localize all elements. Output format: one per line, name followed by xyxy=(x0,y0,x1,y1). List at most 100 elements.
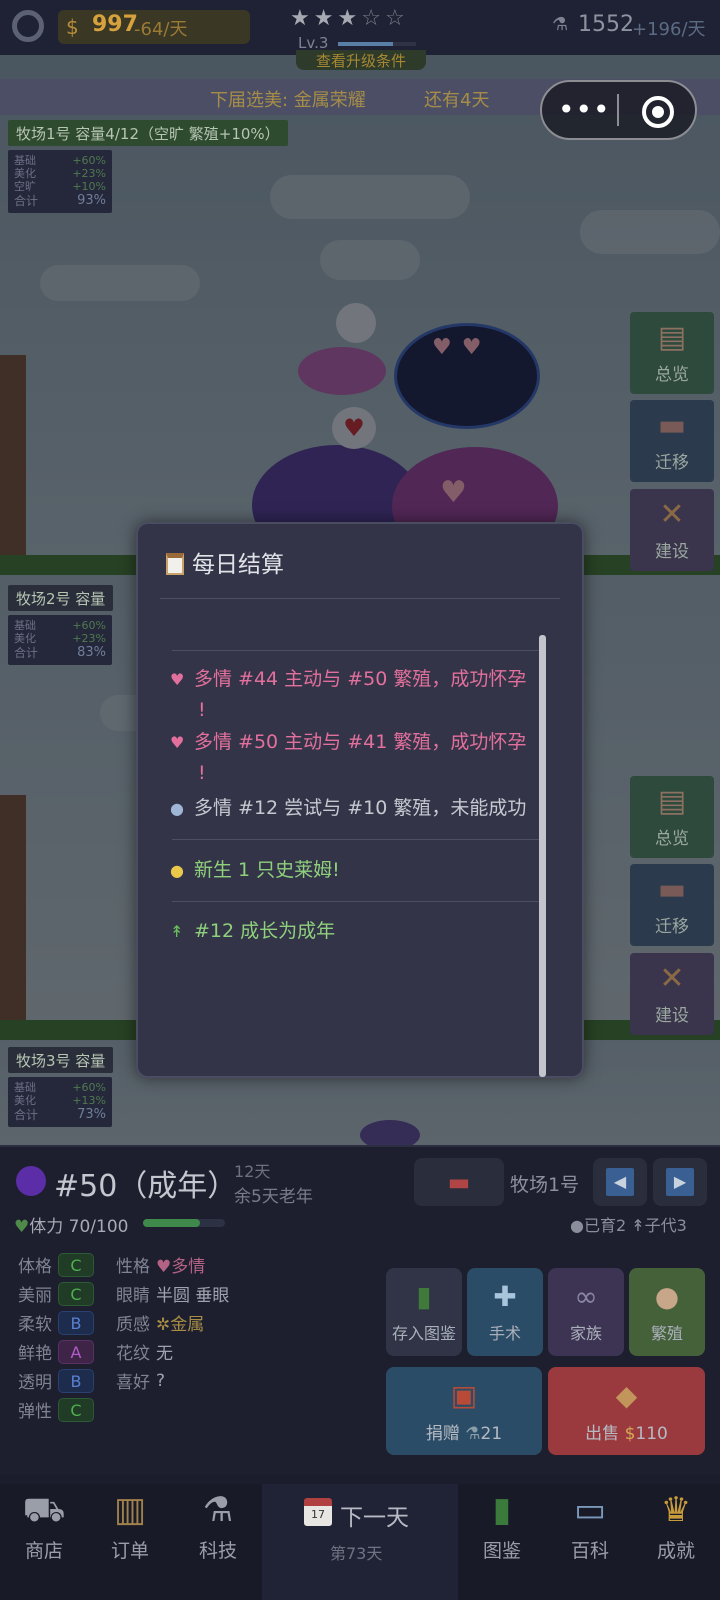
money-bag-icon: $ xyxy=(66,15,79,39)
build-button[interactable]: ✕ 建设 xyxy=(630,489,714,571)
nav-achievements[interactable]: ♛ 成就 xyxy=(636,1490,716,1563)
nav-orders[interactable]: ▥ 订单 xyxy=(90,1490,170,1563)
next-slime-button[interactable]: ▶ xyxy=(653,1158,707,1206)
ranch-3-tag[interactable]: 牧场3号 容量 xyxy=(8,1047,114,1073)
tag-icon: ◆ xyxy=(615,1379,638,1412)
attribute-row: 弹性 C xyxy=(18,1395,94,1424)
grade-badge: C xyxy=(58,1397,94,1422)
trait-list: 性格 ♥多情 眼睛 半圆 垂眼 质感 ✲金属 花纹无 喜好? xyxy=(116,1250,229,1395)
surgery-button[interactable]: ✚ 手术 xyxy=(467,1268,543,1356)
divider xyxy=(160,598,560,599)
grade-badge: B xyxy=(58,1310,94,1335)
book-icon: ▮ xyxy=(416,1280,432,1313)
build-button[interactable]: ✕ 建设 xyxy=(630,953,714,1035)
grade-badge: C xyxy=(58,1252,94,1277)
star-rating: ★★★☆☆ xyxy=(290,6,409,31)
hospital-icon: ✚ xyxy=(493,1280,517,1313)
star-empty-icon: ☆ xyxy=(361,6,385,31)
attribute-list: 体格 C 美丽 C 柔软 B 鲜艳 A 透明 B 弹性 C xyxy=(18,1250,94,1424)
upgrade-conditions-link[interactable]: 查看升级条件 xyxy=(296,50,426,70)
grade-badge: C xyxy=(58,1281,94,1306)
slime-age: 12天 xyxy=(234,1162,271,1181)
prev-slime-button[interactable]: ◀ xyxy=(593,1158,647,1206)
more-icon[interactable]: ••• xyxy=(558,93,611,126)
nav-dex[interactable]: ▮ 图鉴 xyxy=(462,1490,542,1563)
breeding-summary: ●已育2 ↟子代3 xyxy=(570,1216,687,1235)
money-rate: -64/天 xyxy=(134,19,188,40)
clipboard-icon xyxy=(166,553,184,575)
truck-icon: ▬ xyxy=(657,872,687,907)
arrow-left-icon: ◀ xyxy=(606,1168,634,1196)
ranch-2-stats: 基础 +60% 美化 +23% 合计 83% xyxy=(8,615,112,665)
gear-icon[interactable] xyxy=(12,10,44,42)
nav-shop[interactable]: ⛟ 商店 xyxy=(4,1490,84,1563)
scroll-icon: ▥ xyxy=(113,1490,147,1530)
donate-button[interactable]: ▣ 捐赠 ⚗21 xyxy=(386,1367,542,1455)
trait-row: 眼睛 半圆 垂眼 xyxy=(116,1286,230,1306)
egg-icon: ● xyxy=(654,1280,680,1313)
log-entry-breed: ♥ 多情 #44 主动与 #50 繁殖，成功怀孕 ! xyxy=(170,664,526,725)
day-counter: 第73天 xyxy=(330,1544,383,1563)
trait-row: 性格 ♥多情 xyxy=(116,1257,206,1277)
chain-icon: ∞ xyxy=(574,1280,598,1313)
gift-icon: ▣ xyxy=(450,1379,478,1412)
trophy-icon: ♛ xyxy=(660,1490,692,1530)
divider xyxy=(172,650,542,651)
log-entry-breed-failed: ● 多情 #12 尝试与 #10 繁殖，未能成功 xyxy=(170,793,526,824)
nav-wiki[interactable]: ▭ 百科 xyxy=(550,1490,630,1563)
ranch-2-tag[interactable]: 牧场2号 容量 xyxy=(8,585,114,611)
clipboard-icon: ▤ xyxy=(657,320,687,355)
migrate-button[interactable]: ▬ 迁移 xyxy=(630,400,714,482)
divider xyxy=(172,901,542,902)
book-icon: ▮ xyxy=(492,1490,512,1530)
microscope-icon: ⚗ xyxy=(465,1424,481,1444)
overview-button[interactable]: ▤ 总览 xyxy=(630,312,714,394)
ranch-1-tag[interactable]: 牧场1号 容量4/12（空旷 繁殖+10%） xyxy=(8,120,288,146)
tech-rate: +196/天 xyxy=(632,19,706,40)
migrate-button[interactable]: ▬ 迁移 xyxy=(630,864,714,946)
current-ranch: 牧场1号 xyxy=(510,1174,580,1196)
stamina-bar xyxy=(143,1219,225,1227)
trait-row: 喜好? xyxy=(116,1370,166,1394)
microscope-icon: ⚗ xyxy=(202,1490,234,1530)
sprout-icon: ↟ xyxy=(631,1216,645,1235)
election-countdown: 还有4天 xyxy=(424,90,490,111)
family-button[interactable]: ∞ 家族 xyxy=(548,1268,624,1356)
store-dex-button[interactable]: ▮ 存入图鉴 xyxy=(386,1268,462,1356)
chick-icon: ● xyxy=(170,861,184,880)
tools-icon: ✕ xyxy=(659,497,685,532)
dialog-scrollbar[interactable] xyxy=(539,635,546,1077)
transfer-button[interactable]: ▬ xyxy=(414,1158,504,1206)
attribute-row: 体格 C xyxy=(18,1250,94,1279)
trait-row: 花纹无 xyxy=(116,1344,173,1364)
two-hearts-icon: ♥ xyxy=(170,670,185,689)
slime-name: #50（成年） xyxy=(54,1169,238,1204)
microscope-icon: ⚗ xyxy=(552,14,569,35)
two-hearts-icon: ♥ xyxy=(170,733,185,752)
truck-icon: ▬ xyxy=(447,1168,471,1196)
log-entry-birth: ● 新生 1 只史莱姆! xyxy=(170,855,340,886)
sell-button[interactable]: ◆ 出售 $110 xyxy=(548,1367,705,1455)
overview-button[interactable]: ▤ 总览 xyxy=(630,776,714,858)
close-icon[interactable] xyxy=(642,96,674,128)
next-day-label: 下一天 xyxy=(340,1505,409,1531)
capsule-divider xyxy=(617,94,619,126)
sprout-icon: ↟ xyxy=(170,922,184,941)
trait-row: 质感 ✲金属 xyxy=(116,1315,205,1335)
tech-value: 1552 xyxy=(578,12,634,37)
level-progress-bar xyxy=(338,42,416,46)
nav-tech[interactable]: ⚗ 科技 xyxy=(178,1490,258,1563)
log-entry-breed: ♥ 多情 #50 主动与 #41 繁殖，成功怀孕 ! xyxy=(170,727,526,788)
log-entry-growth: ↟ #12 成长为成年 xyxy=(170,916,335,947)
open-book-icon: ▭ xyxy=(573,1490,607,1530)
heart-icon: ♥ xyxy=(14,1217,30,1237)
divider xyxy=(172,839,542,840)
grade-badge: A xyxy=(58,1339,94,1364)
stamina-label: ♥体力 70/100 xyxy=(14,1217,129,1237)
ranch-1-stats: 基础 +60% 美化 +23% 空旷 +10% 合计 93% xyxy=(8,150,112,213)
slime-age-remaining: 余5天老年 xyxy=(234,1187,313,1207)
clipboard-icon: ▤ xyxy=(657,784,687,819)
breed-button[interactable]: ● 繁殖 xyxy=(629,1268,705,1356)
money-value: 997 xyxy=(92,12,138,37)
ranch-3-stats: 基础 +60% 美化 +13% 合计 73% xyxy=(8,1077,112,1127)
